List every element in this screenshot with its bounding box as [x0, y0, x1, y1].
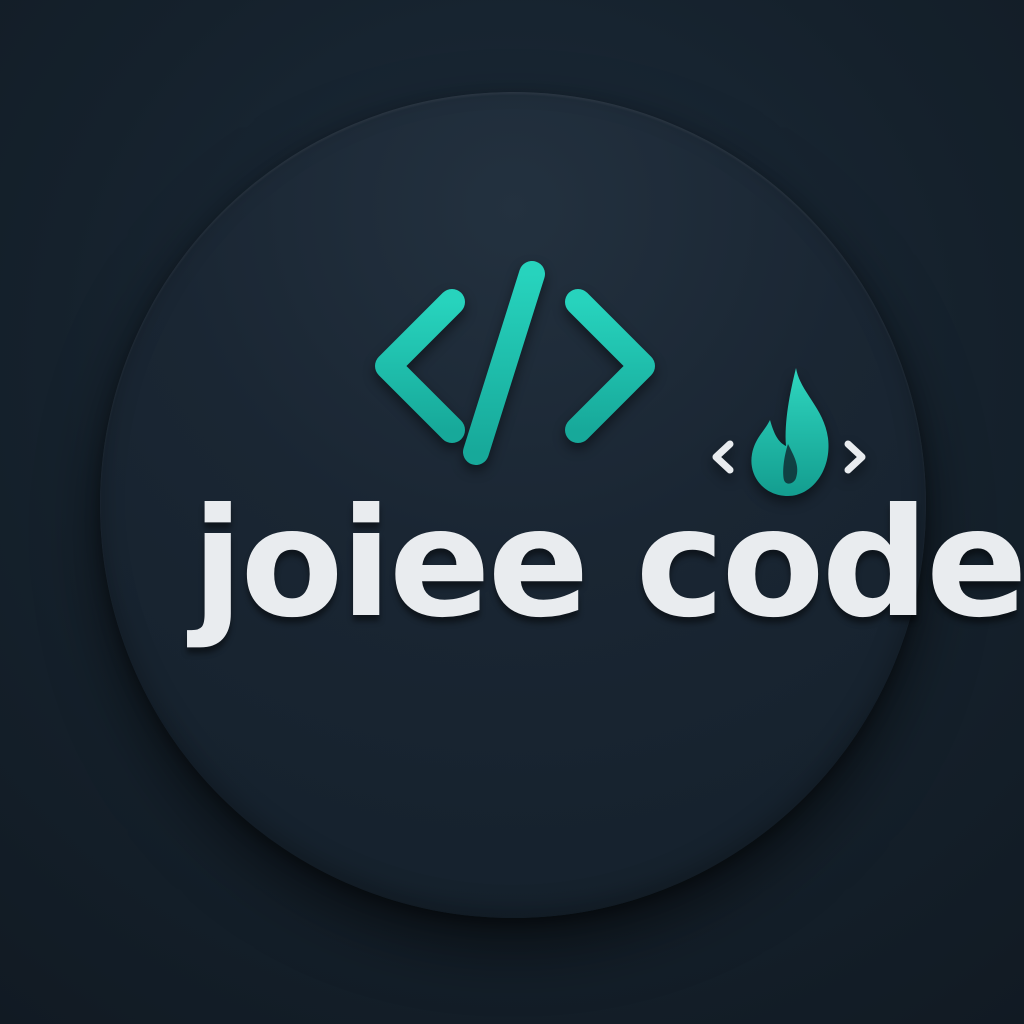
small-right-angle-bracket — [844, 440, 866, 474]
slash — [463, 261, 545, 465]
small-left-angle-bracket — [712, 440, 734, 474]
right-angle-bracket — [565, 289, 655, 443]
code-brackets-icon — [375, 261, 655, 465]
left-angle-bracket — [375, 289, 465, 443]
logo-wordmark: joiee code — [192, 477, 1024, 651]
